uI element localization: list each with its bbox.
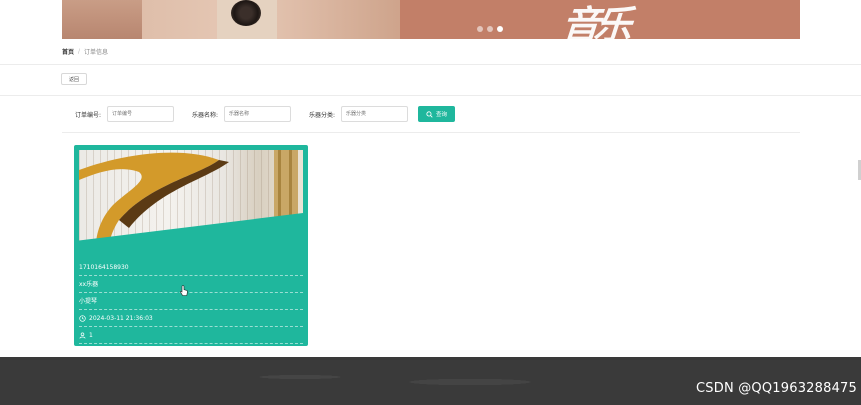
order-no-label: 订单编号: xyxy=(75,112,102,119)
carousel-dot[interactable] xyxy=(487,26,493,32)
carousel-dot-active[interactable] xyxy=(497,26,503,32)
order-no-input[interactable] xyxy=(107,106,174,122)
quantity-value: 1 xyxy=(89,332,93,339)
card-order-no: 1710164158930 xyxy=(79,260,303,276)
watermark: CSDN @QQ1963288475 xyxy=(696,381,857,396)
card-instrument-name: xx乐器 xyxy=(79,277,303,293)
banner-headline: 音乐 xyxy=(557,3,637,39)
breadcrumb: 首页 / 订单信息 xyxy=(62,47,108,56)
clock-icon xyxy=(79,315,86,322)
carousel-indicators xyxy=(477,26,503,32)
card-datetime: 2024-03-11 21:36:03 xyxy=(79,311,303,327)
search-form: 订单编号: 乐器名称: 乐器分类: 查询 xyxy=(0,106,861,122)
search-icon xyxy=(426,110,433,118)
instrument-category-label: 乐器分类: xyxy=(309,112,336,119)
card-category: 小提琴 xyxy=(79,294,303,310)
breadcrumb-separator: / xyxy=(78,48,81,55)
instrument-name-input[interactable] xyxy=(224,106,291,122)
banner-carousel[interactable]: 音乐 xyxy=(62,0,800,39)
breadcrumb-home[interactable]: 首页 xyxy=(62,47,74,56)
datetime-value: 2024-03-11 21:36:03 xyxy=(89,315,153,322)
order-card[interactable]: 1710164158930 xx乐器 小提琴 2024-03-11 21:36:… xyxy=(74,145,308,346)
speaker-image xyxy=(217,0,277,39)
mouse-pointer-icon xyxy=(180,285,188,296)
back-button[interactable]: 返回 xyxy=(61,73,87,85)
breadcrumb-current: 订单信息 xyxy=(84,49,109,56)
instrument-category-input[interactable] xyxy=(341,106,408,122)
divider xyxy=(0,64,861,65)
user-icon xyxy=(79,332,86,339)
order-no-value: 1710164158930 xyxy=(79,264,129,271)
search-button-label: 查询 xyxy=(435,112,447,118)
divider xyxy=(62,132,800,133)
card-quantity: 1 xyxy=(79,328,303,344)
instrument-name-value: xx乐器 xyxy=(79,281,99,288)
page: 音乐 首页 / 订单信息 返回 订单编号: 乐器名称: 乐器分类: 查询 xyxy=(0,0,861,405)
search-button[interactable]: 查询 xyxy=(418,106,455,122)
carousel-dot[interactable] xyxy=(477,26,483,32)
category-value: 小提琴 xyxy=(79,298,98,305)
banner-decor-left xyxy=(62,0,142,39)
instrument-image xyxy=(79,150,303,261)
instrument-name-label: 乐器名称: xyxy=(192,112,219,119)
speaker-woofer xyxy=(231,0,261,26)
divider xyxy=(0,95,861,96)
